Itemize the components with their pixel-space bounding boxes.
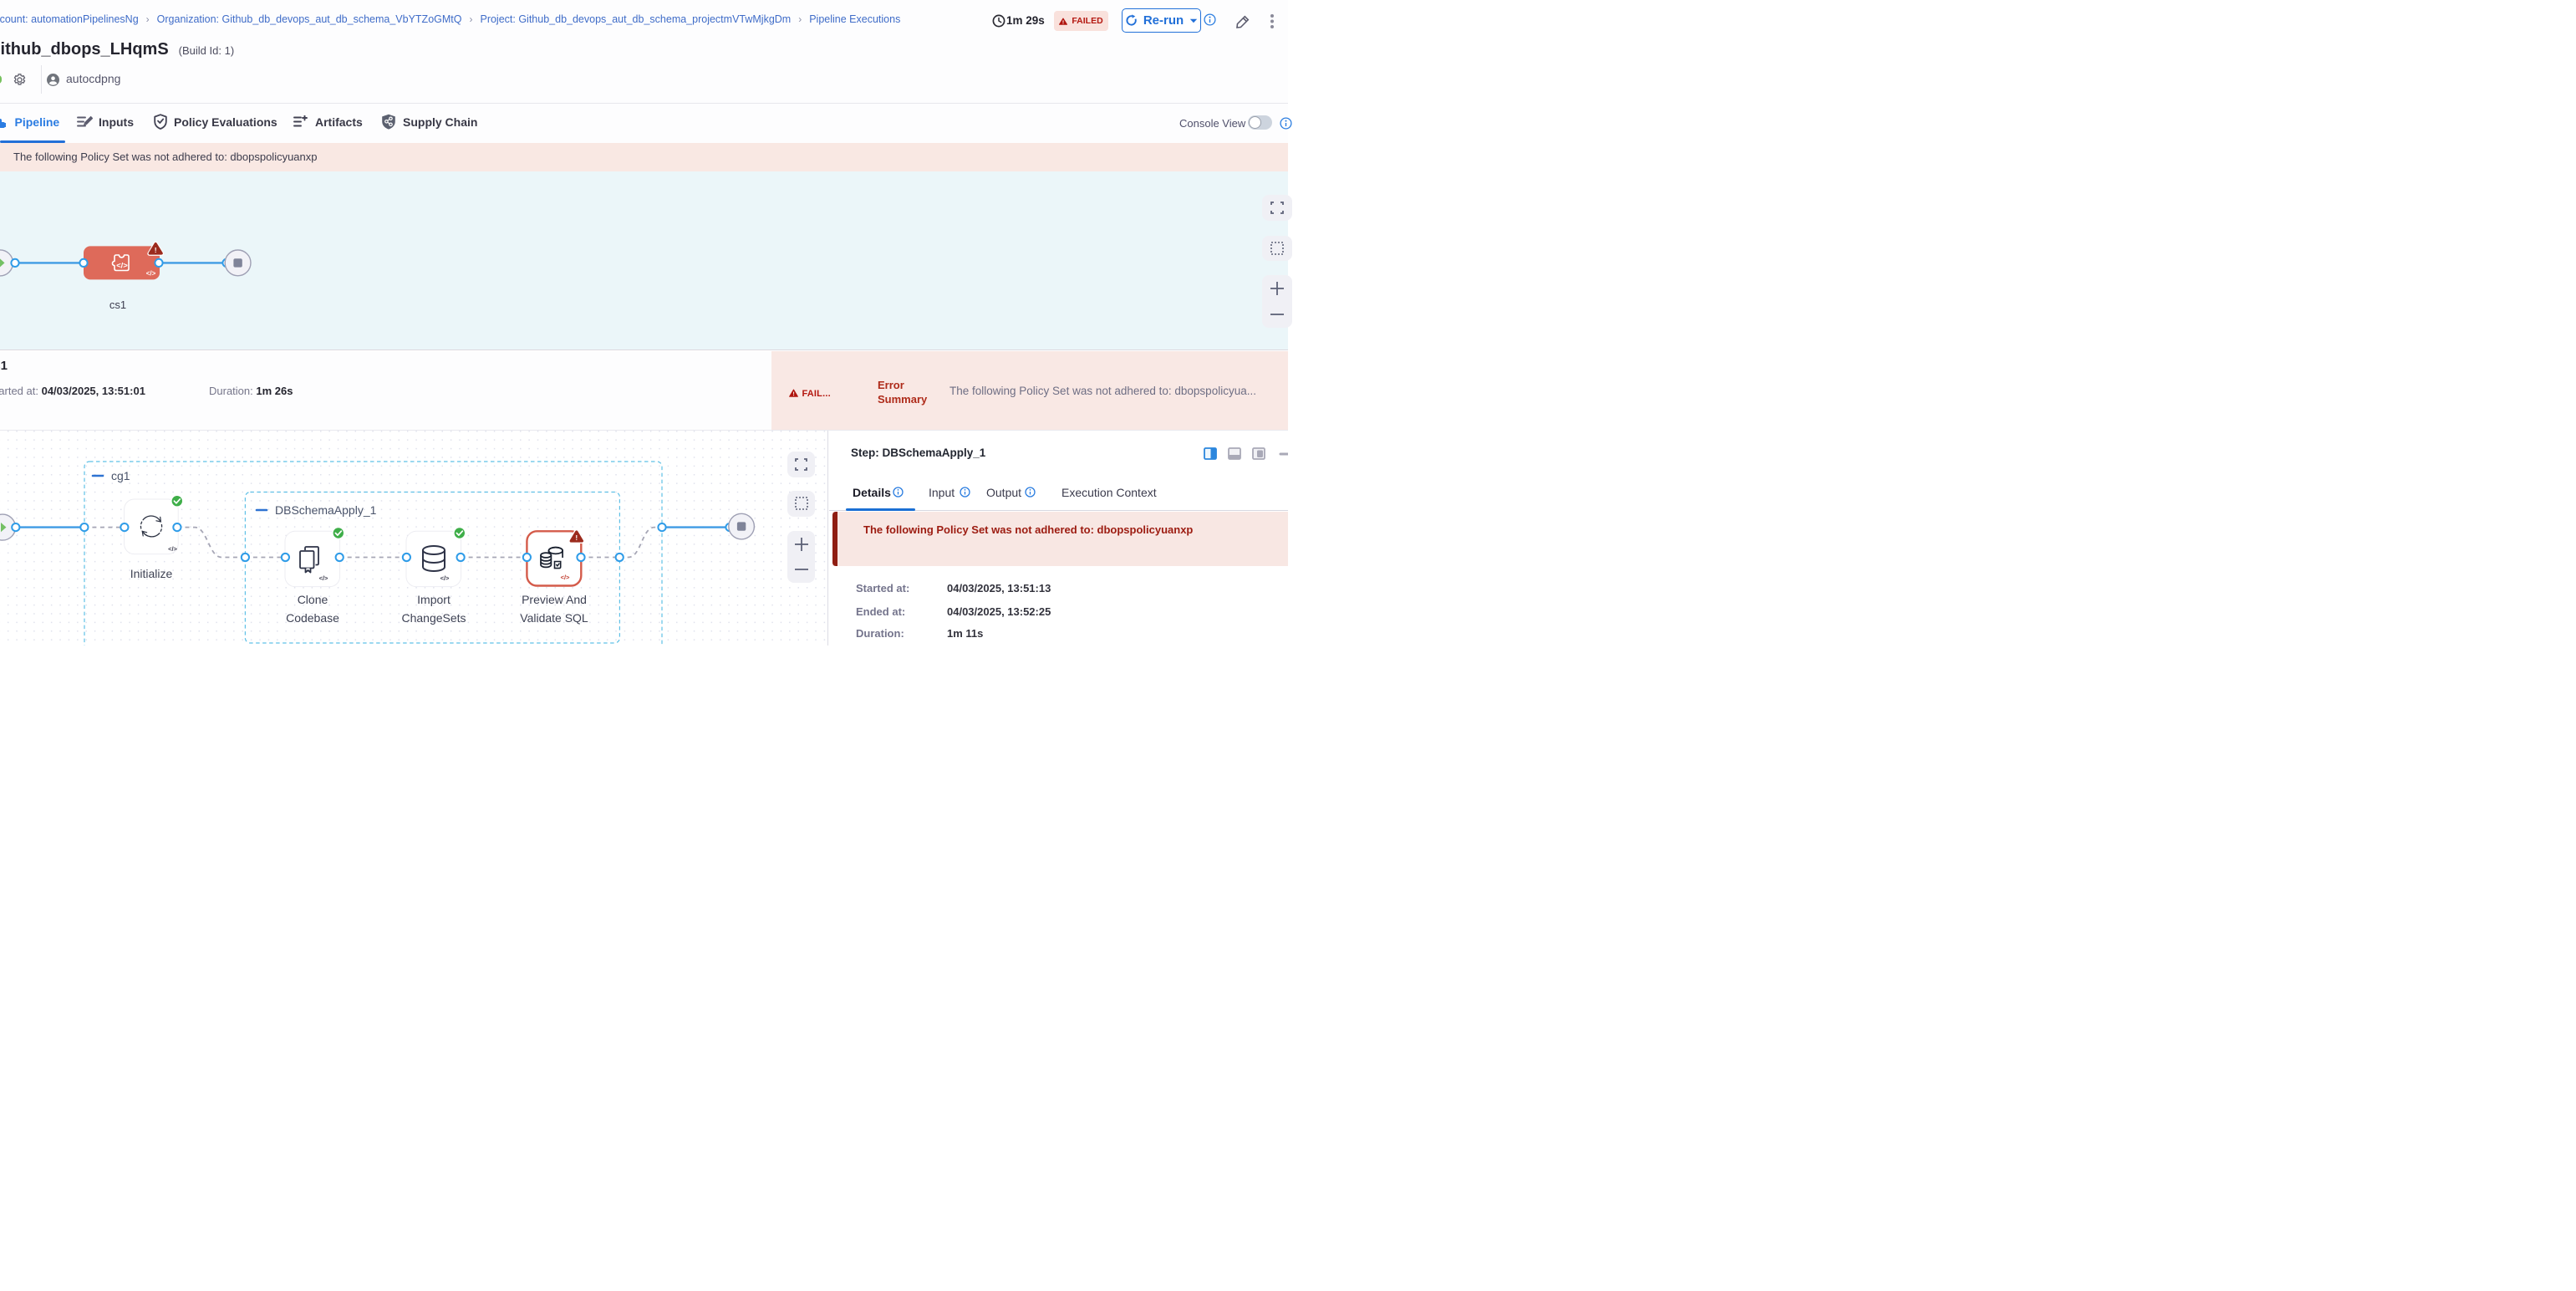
svg-text:</>: </> (168, 545, 177, 553)
svg-text:DBSchemaApply_1: DBSchemaApply_1 (275, 503, 377, 517)
svg-text:</>: </> (561, 574, 570, 581)
svg-text:cg1: cg1 (111, 469, 130, 482)
svg-text:</>: </> (319, 574, 328, 582)
svg-text:!: ! (575, 533, 578, 542)
svg-text:</>: </> (440, 574, 450, 582)
svg-text:</>: </> (116, 262, 128, 271)
svg-text:!: ! (155, 246, 157, 254)
svg-text:</>: </> (146, 270, 156, 278)
